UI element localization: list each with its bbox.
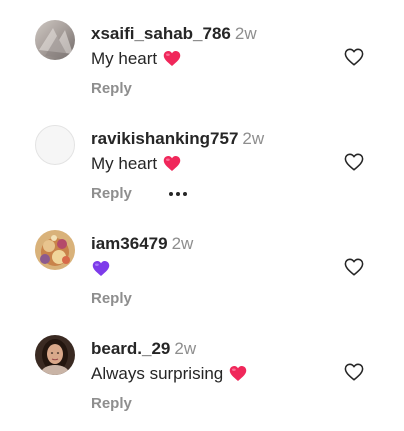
like-heart-icon[interactable] [344, 153, 364, 171]
comment-meta: xsaifi_sahab_786 2w [91, 24, 257, 44]
comment-actions: Reply [91, 80, 132, 98]
avatar[interactable] [35, 125, 75, 165]
comment-body: My heart [91, 49, 158, 68]
comment-text: My heart [91, 48, 181, 70]
reply-button[interactable]: Reply [91, 185, 132, 202]
more-options-icon[interactable] [168, 191, 188, 197]
avatar[interactable] [35, 335, 75, 375]
comment-item: ravikishanking757 2w My heart Reply [0, 121, 404, 221]
comment-item: xsaifi_sahab_786 2w My heart Reply [0, 16, 404, 116]
avatar-image [35, 20, 75, 60]
comment-text: My heart [91, 153, 181, 175]
avatar[interactable] [35, 20, 75, 60]
comment-actions: Reply [91, 185, 188, 203]
timestamp[interactable]: 2w [174, 339, 196, 358]
avatar-image [35, 335, 75, 375]
like-heart-icon[interactable] [344, 363, 364, 381]
comment-meta: beard._29 2w [91, 339, 196, 359]
timestamp[interactable]: 2w [242, 129, 264, 148]
username[interactable]: xsaifi_sahab_786 [91, 24, 231, 43]
comment-body: My heart [91, 154, 158, 173]
comment-item: beard._29 2w Always surprising Reply [0, 331, 404, 431]
red-heart-emoji-icon [163, 51, 181, 66]
avatar-image [35, 230, 75, 270]
comment-text: Always surprising [91, 363, 247, 385]
avatar[interactable] [35, 230, 75, 270]
username[interactable]: iam36479 [91, 234, 168, 253]
username[interactable]: beard._29 [91, 339, 170, 358]
red-heart-emoji-icon [230, 366, 247, 381]
comment-actions: Reply [91, 290, 132, 308]
username[interactable]: ravikishanking757 [91, 129, 238, 148]
like-heart-icon[interactable] [344, 48, 364, 66]
red-heart-emoji-icon [163, 156, 181, 171]
purple-heart-emoji-icon [92, 261, 110, 276]
comment-list: xsaifi_sahab_786 2w My heart Reply raviki… [0, 0, 404, 426]
reply-button[interactable]: Reply [91, 80, 132, 97]
comment-actions: Reply [91, 395, 132, 413]
timestamp[interactable]: 2w [235, 24, 257, 43]
comment-meta: ravikishanking757 2w [91, 129, 264, 149]
reply-button[interactable]: Reply [91, 395, 132, 412]
comment-body: Always surprising [91, 364, 224, 383]
comment-text [91, 258, 110, 280]
timestamp[interactable]: 2w [172, 234, 194, 253]
like-heart-icon[interactable] [344, 258, 364, 276]
comment-item: iam36479 2w Reply [0, 226, 404, 326]
comment-meta: iam36479 2w [91, 234, 193, 254]
reply-button[interactable]: Reply [91, 290, 132, 307]
